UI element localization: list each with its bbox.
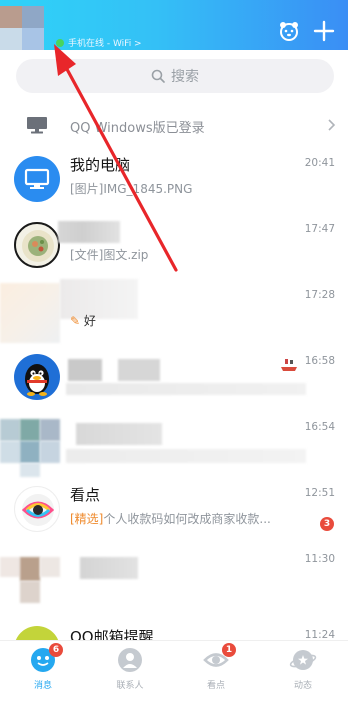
- online-status-text: 手机在线 - WiFi >: [68, 39, 142, 49]
- messages-icon: 6: [29, 643, 63, 674]
- chevron-right-icon: [328, 119, 336, 131]
- blurred-avatar: [20, 419, 40, 441]
- blurred-avatar: [40, 441, 60, 463]
- blurred-message: [66, 383, 306, 395]
- blurred-avatar: [0, 441, 20, 463]
- search-bar[interactable]: 搜索: [16, 59, 334, 93]
- pc-login-banner[interactable]: QQ Windows版已登录: [0, 108, 348, 144]
- avatar-pixel: [22, 6, 44, 28]
- monitor-icon: [24, 168, 50, 189]
- blurred-name: [68, 359, 102, 381]
- chat-time: 20:41: [304, 157, 335, 169]
- chat-message-wrap: ✎ 好: [70, 312, 96, 329]
- chat-name: 看点: [70, 486, 101, 504]
- tab-label: 动态: [293, 681, 312, 691]
- star-planet-icon: [289, 646, 317, 674]
- unread-badge: 1: [222, 643, 236, 657]
- chat-row[interactable]: 16:54: [0, 411, 348, 477]
- search-icon: [151, 69, 165, 83]
- chat-time: 16:58: [304, 355, 335, 367]
- avatar-pixel: [22, 28, 44, 50]
- online-status[interactable]: 手机在线 - WiFi >: [56, 36, 142, 49]
- blurred-avatar: [40, 557, 60, 577]
- blurred-name: [58, 221, 120, 243]
- tab-contacts[interactable]: 联系人: [100, 646, 160, 702]
- blurred-avatar: [0, 419, 20, 441]
- chat-message-wrap: [精选]个人收款码如何改成商家收款...: [70, 510, 271, 527]
- kandian-eye-icon: [21, 494, 55, 526]
- user-avatar[interactable]: [0, 6, 44, 50]
- chat-avatar: [14, 156, 60, 202]
- chat-message: [文件]图文.zip: [70, 248, 149, 262]
- search-placeholder: 搜索: [171, 69, 199, 85]
- food-photo-icon: [22, 230, 54, 262]
- blurred-name: [80, 557, 138, 579]
- qq-penguin-icon: [25, 364, 49, 396]
- chat-avatar: [14, 486, 60, 532]
- chat-row[interactable]: 看点 [精选]个人收款码如何改成商家收款... 12:51 3: [0, 477, 348, 543]
- chat-avatar: [14, 222, 60, 268]
- blurred-avatar: [40, 419, 60, 441]
- tab-kandian[interactable]: 1 看点: [186, 643, 246, 702]
- tab-label: 联系人: [116, 681, 144, 691]
- blurred-avatar: [0, 283, 60, 343]
- blurred-avatar: [20, 441, 40, 463]
- chat-row[interactable]: 我的电脑 [图片]IMG_1845.PNG 20:41: [0, 147, 348, 213]
- bottom-tab-bar: 6 消息 联系人 1 看点 动态: [0, 640, 348, 706]
- tab-label: 消息: [33, 681, 52, 691]
- pet-icon[interactable]: [278, 20, 300, 42]
- contacts-icon: [116, 646, 144, 674]
- chat-row[interactable]: 11:30: [0, 543, 348, 609]
- eye-icon: 1: [202, 643, 236, 674]
- chat-row[interactable]: 16:58: [0, 345, 348, 411]
- unread-badge: 3: [320, 517, 334, 531]
- desktop-icon: [27, 117, 47, 134]
- top-header: 手机在线 - WiFi >: [0, 0, 348, 50]
- blurred-name: [76, 423, 162, 445]
- chat-row[interactable]: [文件]图文.zip 17:47: [0, 213, 348, 279]
- blurred-avatar: [20, 463, 40, 477]
- featured-tag: [精选]: [70, 512, 104, 526]
- blurred-message: [66, 449, 306, 463]
- plus-icon[interactable]: [313, 20, 335, 42]
- chat-name: 我的电脑: [70, 156, 131, 174]
- blurred-name: [118, 359, 160, 381]
- pc-login-text: QQ Windows版已登录: [70, 121, 205, 136]
- chat-message: [图片]IMG_1845.PNG: [70, 182, 193, 196]
- pencil-icon: ✎: [70, 314, 81, 328]
- tab-feed[interactable]: 动态: [273, 646, 333, 702]
- chat-avatar: [14, 354, 60, 400]
- chat-time: 17:28: [304, 289, 335, 301]
- chat-time: 17:47: [304, 223, 335, 235]
- blurred-avatar: [20, 581, 40, 603]
- chat-message: 好: [83, 314, 96, 328]
- chat-message: 个人收款码如何改成商家收款...: [103, 512, 271, 526]
- boat-icon: [280, 359, 298, 371]
- online-dot-icon: [56, 38, 64, 47]
- avatar-pixel: [0, 28, 22, 50]
- chat-time: 16:54: [304, 421, 335, 433]
- chat-row[interactable]: ✎ 好 17:28: [0, 279, 348, 345]
- blurred-avatar: [0, 557, 20, 577]
- chat-time: 11:30: [304, 553, 335, 565]
- unread-badge: 6: [49, 643, 63, 657]
- tab-messages[interactable]: 6 消息: [13, 643, 73, 702]
- avatar-pixel: [0, 6, 22, 28]
- tab-label: 看点: [206, 681, 225, 691]
- blurred-avatar: [20, 557, 40, 581]
- chat-time: 12:51: [304, 487, 335, 499]
